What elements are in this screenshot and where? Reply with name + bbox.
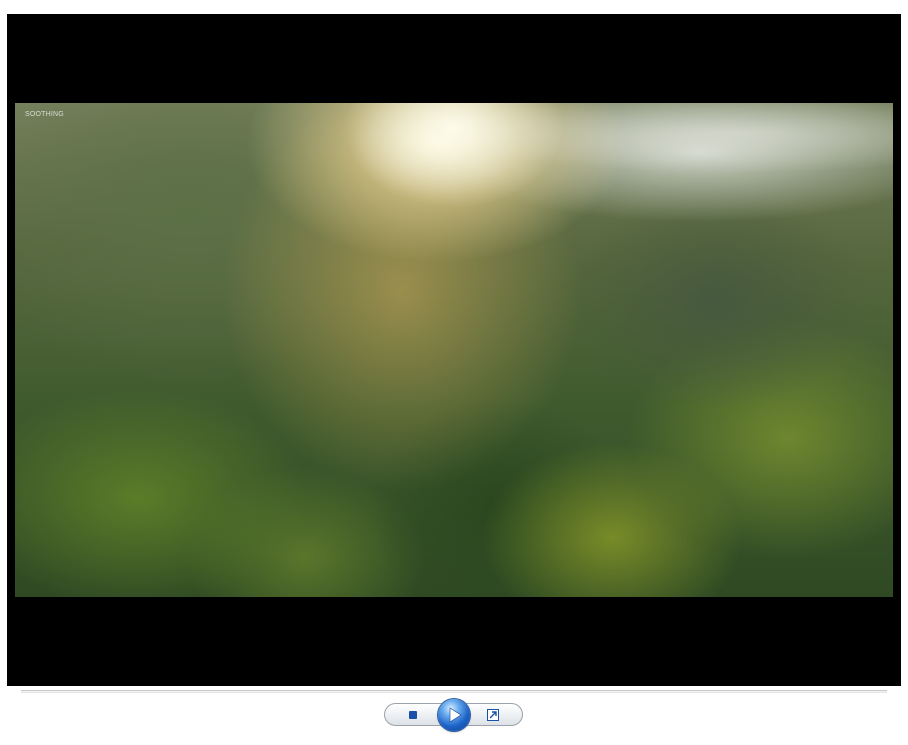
media-player: SOOTHING (0, 0, 908, 745)
play-icon (449, 707, 462, 723)
fullscreen-icon (487, 709, 499, 721)
fullscreen-button[interactable] (485, 707, 501, 723)
video-mist-overlay (15, 103, 893, 597)
seek-bar[interactable] (21, 690, 887, 693)
stop-icon (409, 711, 417, 719)
video-frame[interactable]: SOOTHING (7, 14, 901, 686)
stop-button[interactable] (404, 707, 422, 723)
video-watermark: SOOTHING (25, 111, 64, 118)
play-button[interactable] (438, 699, 470, 731)
video-picture[interactable]: SOOTHING (15, 103, 893, 597)
